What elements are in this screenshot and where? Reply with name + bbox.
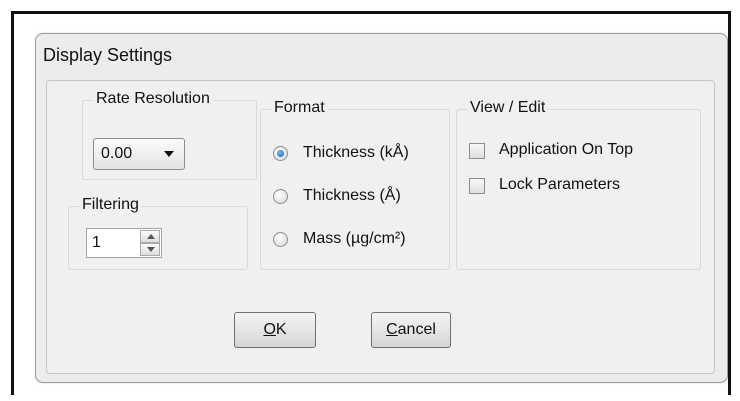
cancel-mnemonic: C — [386, 321, 398, 338]
spin-down-button[interactable] — [140, 243, 160, 256]
radio-button-checked[interactable] — [273, 146, 288, 161]
dialog-content: Rate Resolution 0.00 Filtering 1 Format … — [46, 80, 715, 374]
radio-button[interactable] — [273, 189, 288, 204]
filtering-group: Filtering 1 — [68, 196, 248, 270]
format-option-label: Thickness (kÅ) — [303, 144, 409, 161]
format-option-label: Mass (µg/cm²) — [303, 230, 406, 247]
cancel-label-rest: ancel — [397, 321, 436, 338]
filtering-label: Filtering — [79, 196, 142, 214]
format-group: Format Thickness (kÅ) Thickness (Å) Mass… — [260, 99, 450, 270]
chevron-down-icon — [164, 151, 174, 157]
ok-mnemonic: O — [263, 321, 276, 338]
application-on-top-label: Application On Top — [499, 141, 634, 158]
rate-resolution-dropdown[interactable]: 0.00 — [93, 138, 185, 170]
format-option-label: Thickness (Å) — [303, 187, 401, 204]
radio-button[interactable] — [273, 232, 288, 247]
arrow-up-icon — [147, 234, 155, 239]
display-settings-dialog: Display Settings Rate Resolution 0.00 Fi… — [35, 33, 728, 383]
view-edit-label: View / Edit — [467, 99, 549, 117]
application-on-top-checkbox[interactable] — [469, 143, 485, 159]
spin-buttons — [140, 230, 160, 256]
ok-button[interactable]: OK — [234, 312, 316, 348]
spin-up-button[interactable] — [140, 230, 160, 243]
format-label: Format — [271, 99, 328, 117]
ok-label-rest: K — [275, 321, 287, 338]
arrow-down-icon — [147, 247, 155, 252]
dialog-title: Display Settings — [43, 45, 173, 65]
cancel-button[interactable]: Cancel — [371, 312, 451, 348]
rate-resolution-label: Rate Resolution — [93, 90, 213, 108]
rate-resolution-group: Rate Resolution 0.00 — [82, 90, 257, 180]
filtering-spinbox[interactable]: 1 — [86, 228, 162, 258]
rate-resolution-value: 0.00 — [101, 145, 133, 162]
lock-parameters-label: Lock Parameters — [499, 176, 620, 193]
filtering-value: 1 — [92, 234, 101, 251]
view-edit-group: View / Edit Application On Top Lock Para… — [456, 99, 701, 270]
lock-parameters-checkbox[interactable] — [469, 178, 485, 194]
